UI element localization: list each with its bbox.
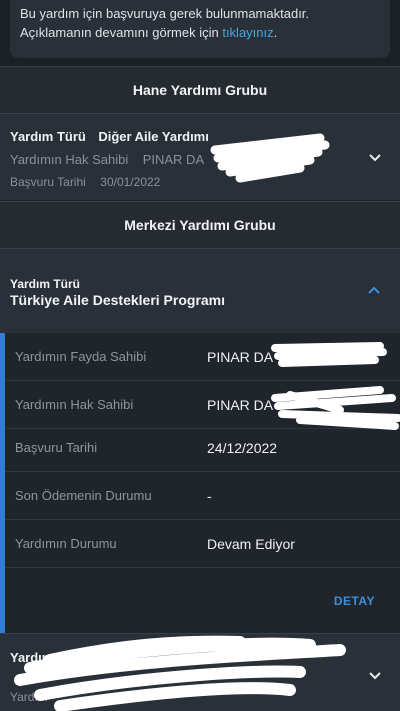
aid-type-label: Yardım Türü <box>10 129 86 144</box>
notice-link[interactable]: tıklayınız <box>222 25 273 40</box>
detail-value: - <box>207 487 212 504</box>
date-value: 30/01/2022 <box>100 175 161 189</box>
notice-line-1: Bu yardım için başvuruya gerek bulunmama… <box>20 6 310 21</box>
page: Bu yardım için başvuruya gerek bulunmama… <box>0 0 400 711</box>
detail-row-durum: Yardımın Durumu Devam Ediyor <box>5 520 400 568</box>
aid-type-label: Yardım Türü <box>10 650 86 665</box>
detail-button[interactable]: DETAY <box>334 594 375 608</box>
detail-row-son-odeme: Son Ödemenin Durumu - <box>5 472 400 520</box>
owner-label: Yardımın Hak Sahibi <box>10 152 129 167</box>
detail-row-fayda-sahibi: Yardımın Fayda Sahibi PINAR DA <box>5 333 400 381</box>
aid-type-label: Yardım Türü <box>10 277 81 291</box>
detail-label: Son Ödemenin Durumu <box>15 488 152 503</box>
notice-text: Açıklamanın devamını görmek için <box>20 25 219 40</box>
detail-value: PINAR DA <box>207 348 274 365</box>
notice-suffix: . <box>273 25 278 40</box>
chevron-down-icon[interactable] <box>368 151 382 165</box>
detail-label: Yardımın Fayda Sahibi <box>15 349 147 364</box>
aid-details-panel: Yardımın Fayda Sahibi PINAR DA Yardımın … <box>0 333 400 633</box>
detail-row-hak-sahibi: Yardımın Hak Sahibi PINAR DA <box>5 381 400 429</box>
group-header-merkezi: Merkezi Yardımı Grubu <box>0 202 400 248</box>
detail-label: Başvuru Tarihi <box>15 440 98 455</box>
notice-line-2: Açıklamanın devamını görmek için tıklayı… <box>20 23 380 42</box>
aid-card-third[interactable]: Yardım Türü Yardım <box>0 634 400 711</box>
detail-value: PINAR DA <box>207 396 274 413</box>
detail-label: Yardımın Hak Sahibi <box>15 397 134 412</box>
owner-value: PINAR DA <box>142 152 205 167</box>
owner-row: Yardımın Hak Sahibi PINAR DA <box>10 151 204 169</box>
aid-type-row: Yardım Türü Diğer Aile Yardımı <box>10 128 209 146</box>
info-notice: Bu yardım için başvuruya gerek bulunmama… <box>10 0 390 58</box>
chevron-down-icon[interactable] <box>368 669 382 683</box>
aid-card-aile-destekleri[interactable]: Yardım Türü Türkiye Aile Destekleri Prog… <box>0 249 400 333</box>
aid-type-value: Diğer Aile Yardımı <box>98 129 209 144</box>
detail-label: Yardımın Durumu <box>15 536 117 551</box>
group-header-hane: Hane Yardımı Grubu <box>0 67 400 113</box>
owner-label: Yardım <box>10 690 48 704</box>
date-row: Başvuru Tarihi 30/01/2022 <box>10 173 160 191</box>
chevron-up-icon[interactable] <box>367 283 381 297</box>
aid-card-diger-aile[interactable]: Yardım Türü Diğer Aile Yardımı Yardımın … <box>0 114 400 200</box>
date-label: Başvuru Tarihi <box>10 175 86 189</box>
detail-value: 24/12/2022 <box>207 439 278 456</box>
detail-row-basvuru-tarihi: Başvuru Tarihi 24/12/2022 <box>5 424 400 472</box>
aid-type-value: Türkiye Aile Destekleri Programı <box>10 292 226 308</box>
detail-value: Devam Ediyor <box>207 535 295 552</box>
